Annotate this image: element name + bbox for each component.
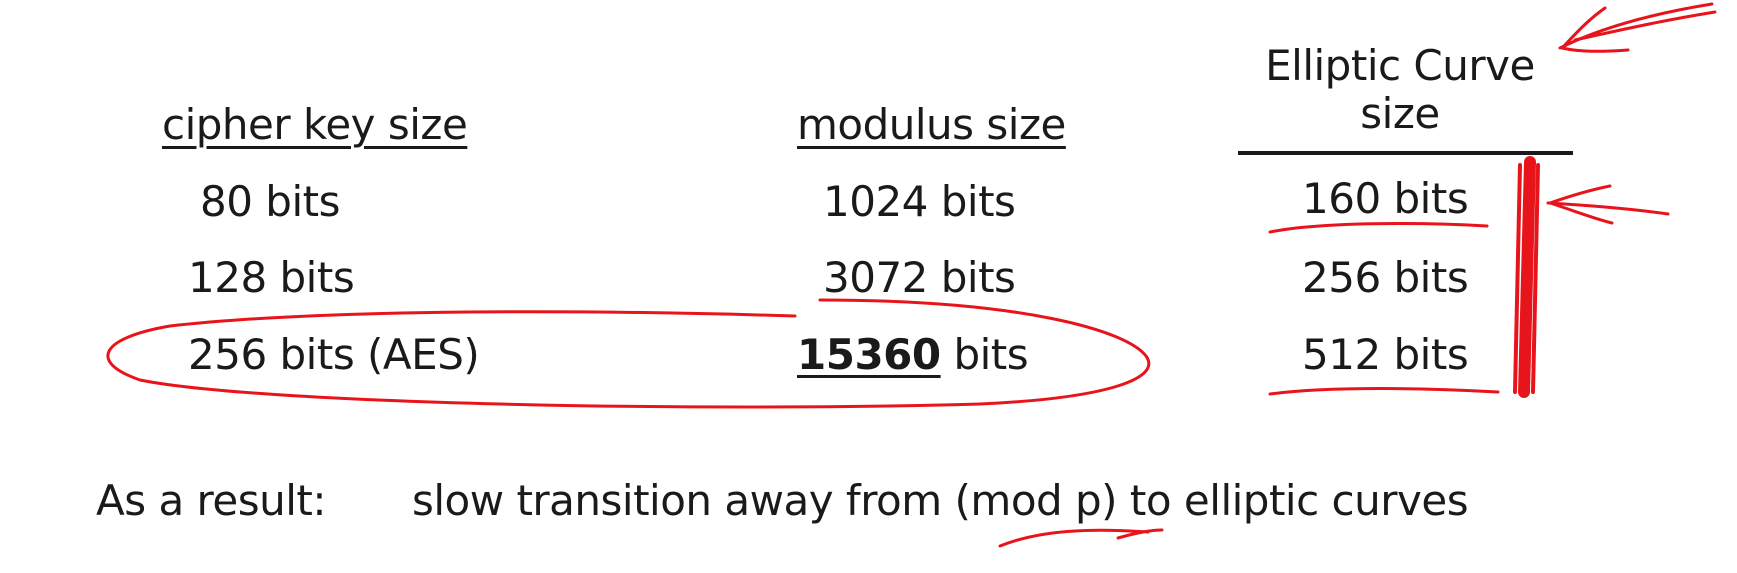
annotation-ink-layer: [106, 2, 1717, 548]
underline-160-bits: [1268, 222, 1489, 234]
underline-mod-p: [998, 528, 1164, 548]
underline-512-bits: [1268, 387, 1500, 396]
ellipse-256-bits-row: [106, 298, 1151, 409]
arrow-to-elliptic-header: [1558, 2, 1717, 53]
arrow-to-160-bits: [1546, 184, 1670, 225]
slide: cipher key size modulus size Elliptic Cu…: [0, 0, 1737, 573]
vertical-bar-ec-column: [1518, 156, 1536, 398]
